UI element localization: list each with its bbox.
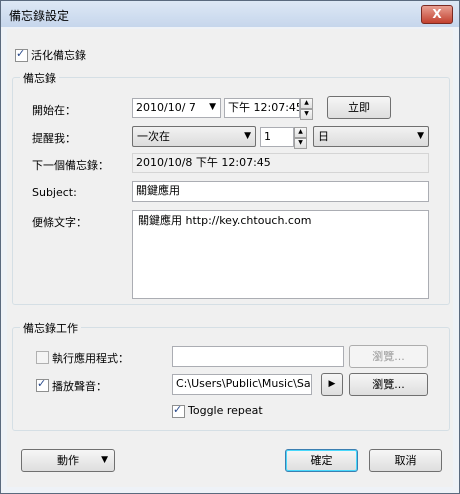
chevron-down-icon: ▼ [101, 455, 108, 465]
remind-value: 1 [264, 130, 271, 143]
toggle-repeat-checkbox[interactable] [172, 403, 185, 418]
next-reminder-value: 2010/10/8 下午 12:07:45 [136, 156, 271, 169]
run-app-input[interactable] [172, 346, 344, 367]
reminder-group-title: 備忘錄 [20, 70, 59, 86]
title-bar: 備忘錄設定 X [1, 1, 459, 27]
spin-down-icon[interactable]: ▼ [300, 109, 313, 120]
browse-app-button[interactable]: 瀏覽... [349, 345, 428, 368]
remind-value-field[interactable]: 1 [260, 127, 294, 147]
start-label: 開始在： [32, 104, 76, 117]
start-time-spinner[interactable]: ▲ ▼ [300, 98, 313, 120]
subject-label: Subject: [32, 186, 77, 199]
next-reminder-field: 2010/10/8 下午 12:07:45 [132, 153, 429, 173]
run-app-checkbox[interactable] [36, 351, 49, 364]
remind-value-spinner[interactable]: ▲ ▼ [294, 127, 307, 149]
sound-path-input[interactable]: C:\Users\Public\Music\Sam [172, 374, 312, 395]
play-sound-checkbox[interactable] [36, 377, 49, 392]
sound-path-value: C:\Users\Public\Music\Sam [176, 377, 312, 390]
next-reminder-label: 下一個備忘錄： [32, 159, 109, 172]
start-date-value: 2010/10/ 7 [136, 101, 196, 114]
dialog-body: 活化備忘錄 備忘錄 開始在： 2010/10/ 7 ▼ 下午 12:07:45 … [7, 29, 453, 487]
remind-label: 提醒我： [32, 132, 76, 145]
play-sound-button[interactable]: ▶ [321, 373, 343, 396]
work-group-title: 備忘錄工作 [20, 320, 81, 336]
activate-label: 活化備忘錄 [31, 49, 86, 62]
remind-unit-select[interactable]: 日 ▼ [313, 126, 429, 147]
close-button[interactable]: X [421, 5, 453, 24]
spin-up-icon[interactable]: ▲ [294, 127, 307, 138]
play-sound-label: 播放聲音： [52, 380, 107, 393]
chevron-down-icon: ▼ [417, 131, 424, 141]
start-date-picker[interactable]: 2010/10/ 7 ▼ [132, 98, 221, 118]
chevron-down-icon: ▼ [209, 102, 216, 112]
toggle-repeat-label: Toggle repeat [188, 404, 263, 417]
note-value: 關鍵應用 http://key.chtouch.com [138, 214, 312, 227]
spin-down-icon[interactable]: ▼ [294, 138, 307, 149]
remind-mode-value: 一次在 [137, 130, 170, 143]
dialog-window: 備忘錄設定 X 活化備忘錄 備忘錄 開始在： 2010/10/ 7 ▼ 下午 1… [0, 0, 460, 494]
activate-checkbox[interactable] [15, 47, 28, 62]
start-time-value: 下午 12:07:45 [228, 101, 300, 114]
chevron-down-icon: ▼ [244, 131, 251, 141]
remind-mode-select[interactable]: 一次在 ▼ [132, 126, 256, 147]
subject-value: 關鍵應用 [136, 184, 180, 197]
run-app-label: 執行應用程式： [52, 352, 129, 365]
start-time-field[interactable]: 下午 12:07:45 [224, 98, 300, 118]
play-icon: ▶ [328, 379, 336, 389]
note-label: 便條文字： [32, 216, 87, 229]
cancel-button[interactable]: 取消 [369, 449, 442, 472]
action-button[interactable]: 動作 ▼ [21, 449, 115, 472]
action-label: 動作 [57, 454, 79, 467]
ok-button[interactable]: 確定 [285, 449, 358, 472]
window-title: 備忘錄設定 [9, 9, 70, 23]
note-textarea[interactable]: 關鍵應用 http://key.chtouch.com [132, 210, 429, 299]
now-button[interactable]: 立即 [327, 96, 391, 119]
subject-input[interactable]: 關鍵應用 [132, 181, 429, 202]
browse-sound-button[interactable]: 瀏覽... [349, 373, 428, 396]
spin-up-icon[interactable]: ▲ [300, 98, 313, 109]
remind-unit-value: 日 [318, 130, 329, 143]
